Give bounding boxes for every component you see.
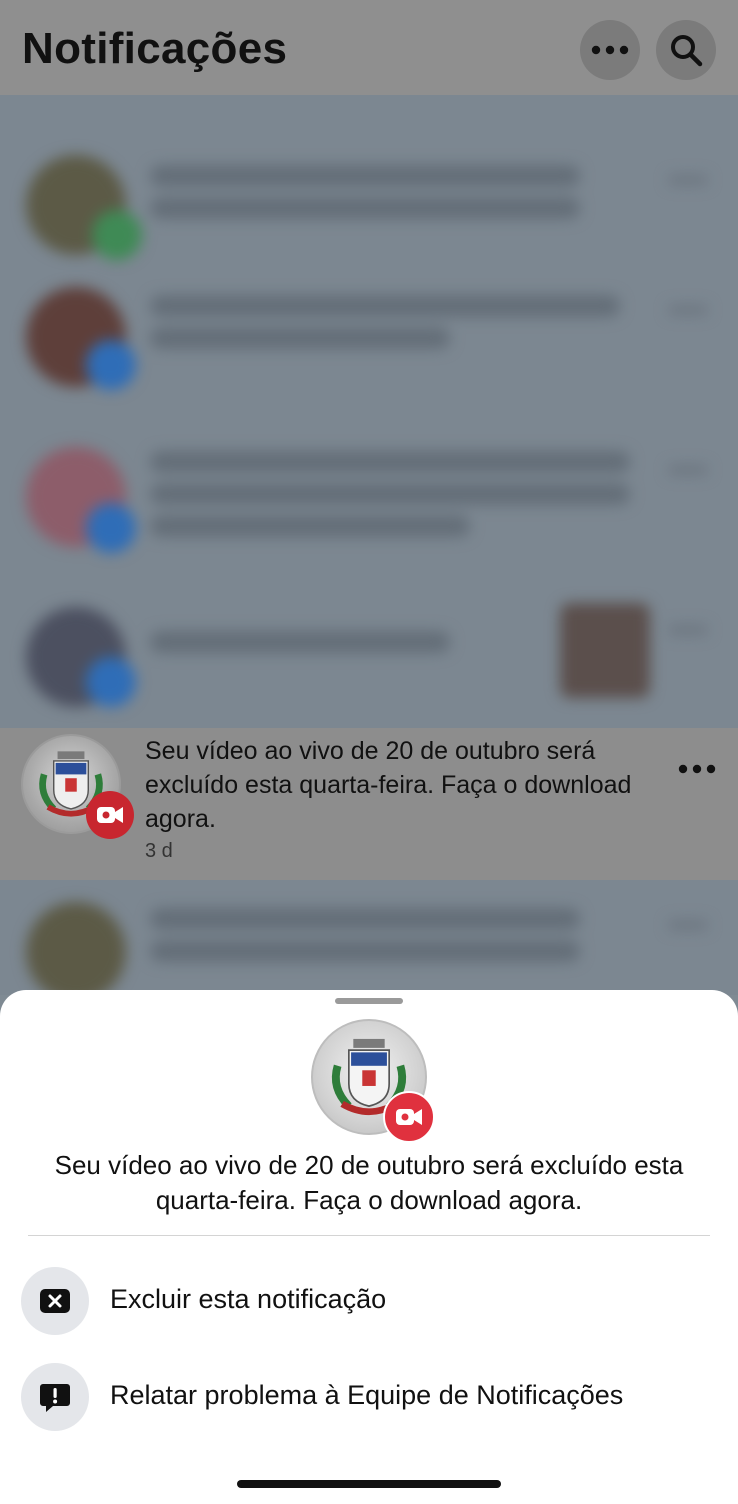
list-item[interactable] — [0, 595, 738, 725]
ellipsis-icon — [591, 45, 629, 55]
home-indicator[interactable] — [237, 1480, 501, 1488]
selected-notification[interactable]: Seu vídeo ao vivo de 20 de outubro será … — [0, 728, 738, 880]
sheet-grabber[interactable] — [335, 998, 403, 1004]
live-video-icon — [396, 1109, 422, 1125]
search-icon — [671, 35, 703, 67]
live-video-badge — [86, 791, 134, 839]
notification-time: 3 d — [145, 840, 173, 862]
report-problem-option[interactable]: Relatar problema à Equipe de Notificaçõe… — [0, 1363, 738, 1453]
notification-text: Seu vídeo ao vivo de 20 de outubro será … — [145, 737, 632, 833]
list-item[interactable] — [0, 435, 738, 565]
notification-options-sheet: Seu vídeo ao vivo de 20 de outubro será … — [0, 990, 738, 1504]
report-icon — [21, 1363, 89, 1431]
sheet-message: Seu vídeo ao vivo de 20 de outubro será … — [54, 1150, 684, 1215]
page-title: Notificações — [22, 24, 288, 73]
close-box-icon — [21, 1267, 89, 1335]
list-item[interactable] — [0, 275, 738, 405]
ellipsis-icon — [678, 764, 716, 774]
delete-notification-option[interactable]: Excluir esta notificação — [0, 1267, 738, 1357]
notification-more-button[interactable] — [678, 748, 716, 782]
list-item[interactable] — [0, 890, 738, 995]
list-item[interactable] — [0, 145, 738, 275]
divider — [28, 1235, 710, 1236]
top-bar: Notificações — [0, 0, 738, 95]
option-label: Excluir esta notificação — [110, 1284, 387, 1314]
more-options-button[interactable] — [580, 20, 640, 80]
live-video-icon — [97, 807, 123, 823]
live-video-badge — [383, 1091, 435, 1143]
option-label: Relatar problema à Equipe de Notificaçõe… — [110, 1380, 624, 1410]
search-button[interactable] — [656, 20, 716, 80]
